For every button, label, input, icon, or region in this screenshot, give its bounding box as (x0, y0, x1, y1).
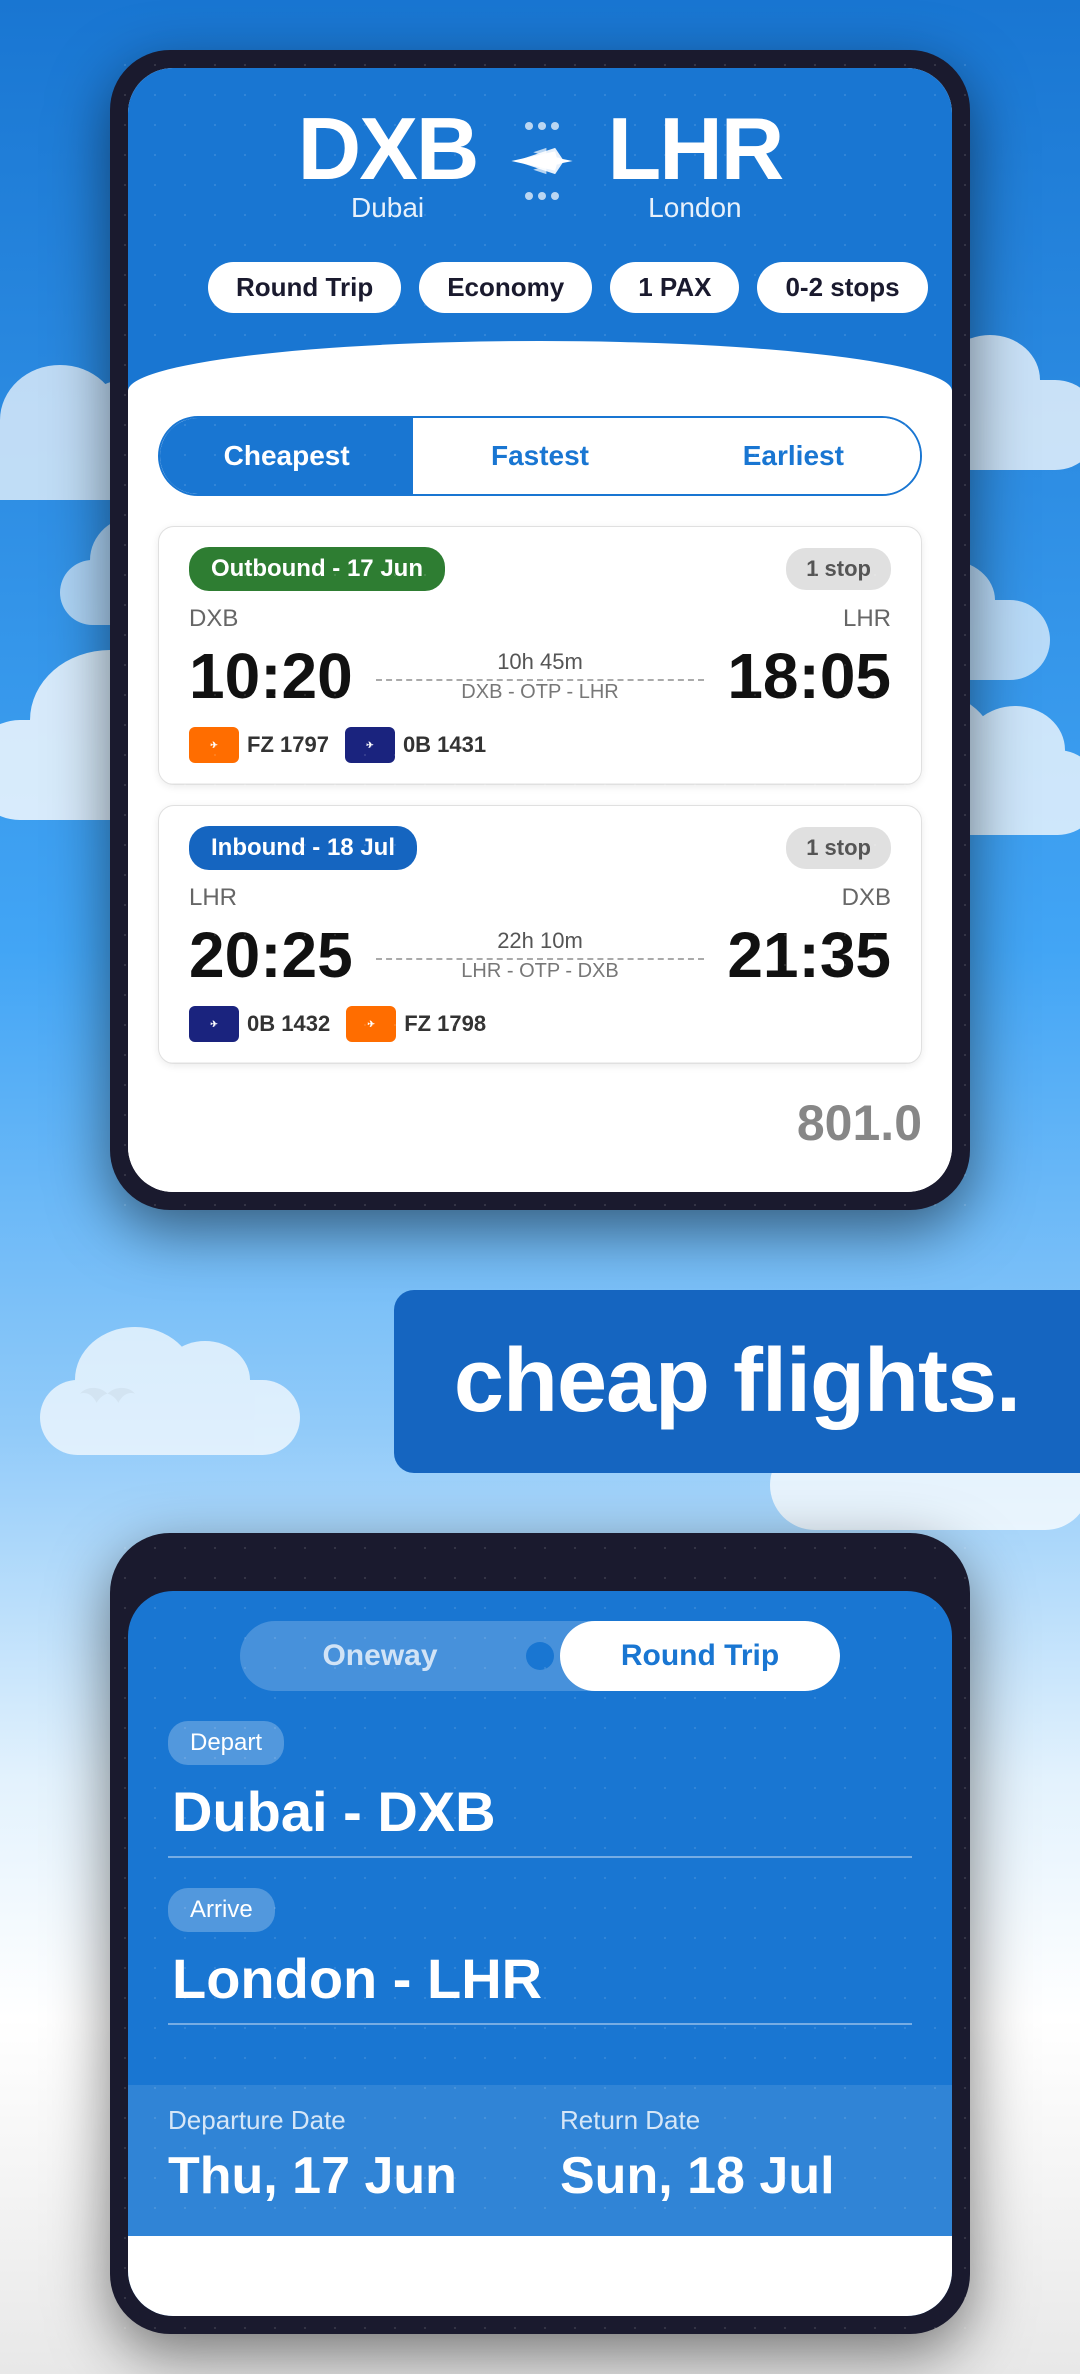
bottom-phone-device: Oneway Round Trip Depart Dubai - DXB (110, 1533, 970, 2334)
cabin-pill[interactable]: Economy (419, 262, 592, 313)
partial-price: 801.0 (158, 1084, 922, 1162)
inbound-stops: 1 stop (786, 827, 891, 869)
outbound-stops: 1 stop (786, 548, 891, 590)
outbound-duration: 10h 45m (368, 649, 713, 675)
inbound-depart-time: 20:25 (189, 918, 353, 992)
inbound-times-row: 20:25 22h 10m LHR - OTP - DXB 21:35 (189, 918, 891, 992)
notch-area (128, 1551, 952, 1591)
wave-separator (128, 341, 952, 391)
inbound-segment-header: Inbound - 18 Jul 1 stop (189, 826, 891, 870)
outbound-route-path: DXB - OTP - LHR (368, 681, 713, 704)
outbound-airline1-code: FZ 1797 (247, 732, 329, 758)
outbound-times-row: 10:20 10h 45m DXB - OTP - LHR 18:05 (189, 639, 891, 713)
bottom-phone-screen: Oneway Round Trip Depart Dubai - DXB (128, 1591, 952, 2316)
stops-pill[interactable]: 0-2 stops (757, 262, 927, 313)
inbound-duration: 22h 10m (368, 928, 713, 954)
outbound-airline2-logo: ✈ (345, 727, 395, 763)
trip-toggle: Oneway Round Trip (240, 1621, 840, 1691)
cheap-flights-text: cheap flights. (454, 1331, 1020, 1431)
flights-container: Outbound - 17 Jun 1 stop DXB LHR 10:20 (128, 516, 952, 1192)
inbound-airports-codes: LHR DXB (189, 884, 891, 912)
departure-date-label: Departure Date (168, 2105, 520, 2136)
outbound-segment: Outbound - 17 Jun 1 stop DXB LHR 10:20 (159, 527, 921, 784)
inbound-arrive-time: 21:35 (727, 918, 891, 992)
depart-divider (168, 1856, 912, 1858)
outbound-airline1: ✈ FZ 1797 (189, 727, 329, 763)
search-form: Depart Dubai - DXB Arrive London - LHR (128, 1711, 952, 2085)
inbound-airline1-logo: ✈ (189, 1006, 239, 1042)
cheap-flights-banner: cheap flights. (394, 1290, 1080, 1473)
inbound-route-path: LHR - OTP - DXB (368, 960, 713, 983)
outbound-airline2-code: 0B 1431 (403, 732, 486, 758)
trip-toggle-row: Oneway Round Trip (128, 1591, 952, 1711)
outbound-airline2: ✈ 0B 1431 (345, 727, 486, 763)
inbound-airline2: ✈ FZ 1798 (346, 1006, 486, 1042)
departure-date-col[interactable]: Departure Date Thu, 17 Jun (168, 2105, 520, 2206)
top-phone-screen: DXB Dubai (128, 68, 952, 1192)
passengers-pill[interactable]: 1 PAX (610, 262, 739, 313)
inbound-airline2-code: FZ 1798 (404, 1011, 486, 1037)
arrive-city-value: London - LHR (168, 1946, 912, 2011)
origin-code: DXB (298, 98, 478, 200)
outbound-depart-time: 10:20 (189, 639, 353, 713)
outbound-airline1-logo: ✈ (189, 727, 239, 763)
depart-label: Depart (168, 1721, 284, 1765)
inbound-badge: Inbound - 18 Jul (189, 826, 417, 870)
dest-code: LHR (607, 98, 782, 200)
inbound-to-code: DXB (842, 884, 891, 912)
departure-date-value: Thu, 17 Jun (168, 2146, 520, 2206)
tab-cheapest[interactable]: Cheapest (160, 418, 413, 494)
filter-pills: Round Trip Economy 1 PAX 0-2 stops (168, 244, 912, 341)
outbound-route-middle: 10h 45m DXB - OTP - LHR (353, 649, 728, 704)
inbound-route-middle: 22h 10m LHR - OTP - DXB (353, 928, 728, 983)
top-phone-device: DXB Dubai (110, 50, 970, 1210)
bottom-white-area (128, 2236, 952, 2316)
plane-icon (507, 136, 577, 186)
tab-earliest[interactable]: Earliest (667, 418, 920, 494)
inbound-from-code: LHR (189, 884, 237, 912)
inbound-flight-card[interactable]: Inbound - 18 Jul 1 stop LHR DXB 20:25 (158, 805, 922, 1064)
arrive-field[interactable]: Arrive London - LHR (168, 1888, 912, 2025)
inbound-airline1-code: 0B 1432 (247, 1011, 330, 1037)
dates-row: Departure Date Thu, 17 Jun Return Date S… (128, 2085, 952, 2236)
trip-type-pill[interactable]: Round Trip (208, 262, 401, 313)
outbound-badge: Outbound - 17 Jun (189, 547, 445, 591)
round-trip-option[interactable]: Round Trip (560, 1621, 840, 1691)
return-date-label: Return Date (560, 2105, 912, 2136)
tab-fastest[interactable]: Fastest (413, 418, 666, 494)
outbound-airlines: ✈ FZ 1797 ✈ 0B 1431 (189, 727, 891, 763)
outbound-from-code: DXB (189, 605, 238, 633)
outbound-airports-codes: DXB LHR (189, 605, 891, 633)
inbound-airline2-logo: ✈ (346, 1006, 396, 1042)
inbound-airlines: ✈ 0B 1432 ✈ FZ 1798 (189, 1006, 891, 1042)
toggle-indicator (526, 1642, 554, 1670)
outbound-arrive-time: 18:05 (727, 639, 891, 713)
inbound-airline1: ✈ 0B 1432 (189, 1006, 330, 1042)
sort-tabs: Cheapest Fastest Earliest (158, 416, 922, 496)
inbound-segment: Inbound - 18 Jul 1 stop LHR DXB 20:25 (159, 806, 921, 1063)
flight-header: DXB Dubai (128, 68, 952, 341)
oneway-option[interactable]: Oneway (240, 1621, 520, 1691)
depart-field[interactable]: Depart Dubai - DXB (168, 1721, 912, 1858)
outbound-flight-card[interactable]: Outbound - 17 Jun 1 stop DXB LHR 10:20 (158, 526, 922, 785)
outbound-segment-header: Outbound - 17 Jun 1 stop (189, 547, 891, 591)
return-date-col[interactable]: Return Date Sun, 18 Jul (560, 2105, 912, 2206)
cheap-flights-section: cheap flights. (0, 1230, 1080, 1513)
arrive-label: Arrive (168, 1888, 275, 1932)
return-date-value: Sun, 18 Jul (560, 2146, 912, 2206)
arrive-divider (168, 2023, 912, 2025)
outbound-to-code: LHR (843, 605, 891, 633)
depart-city-value: Dubai - DXB (168, 1779, 912, 1844)
airports-row: DXB Dubai (168, 98, 912, 244)
plane-icon-area (507, 122, 577, 200)
